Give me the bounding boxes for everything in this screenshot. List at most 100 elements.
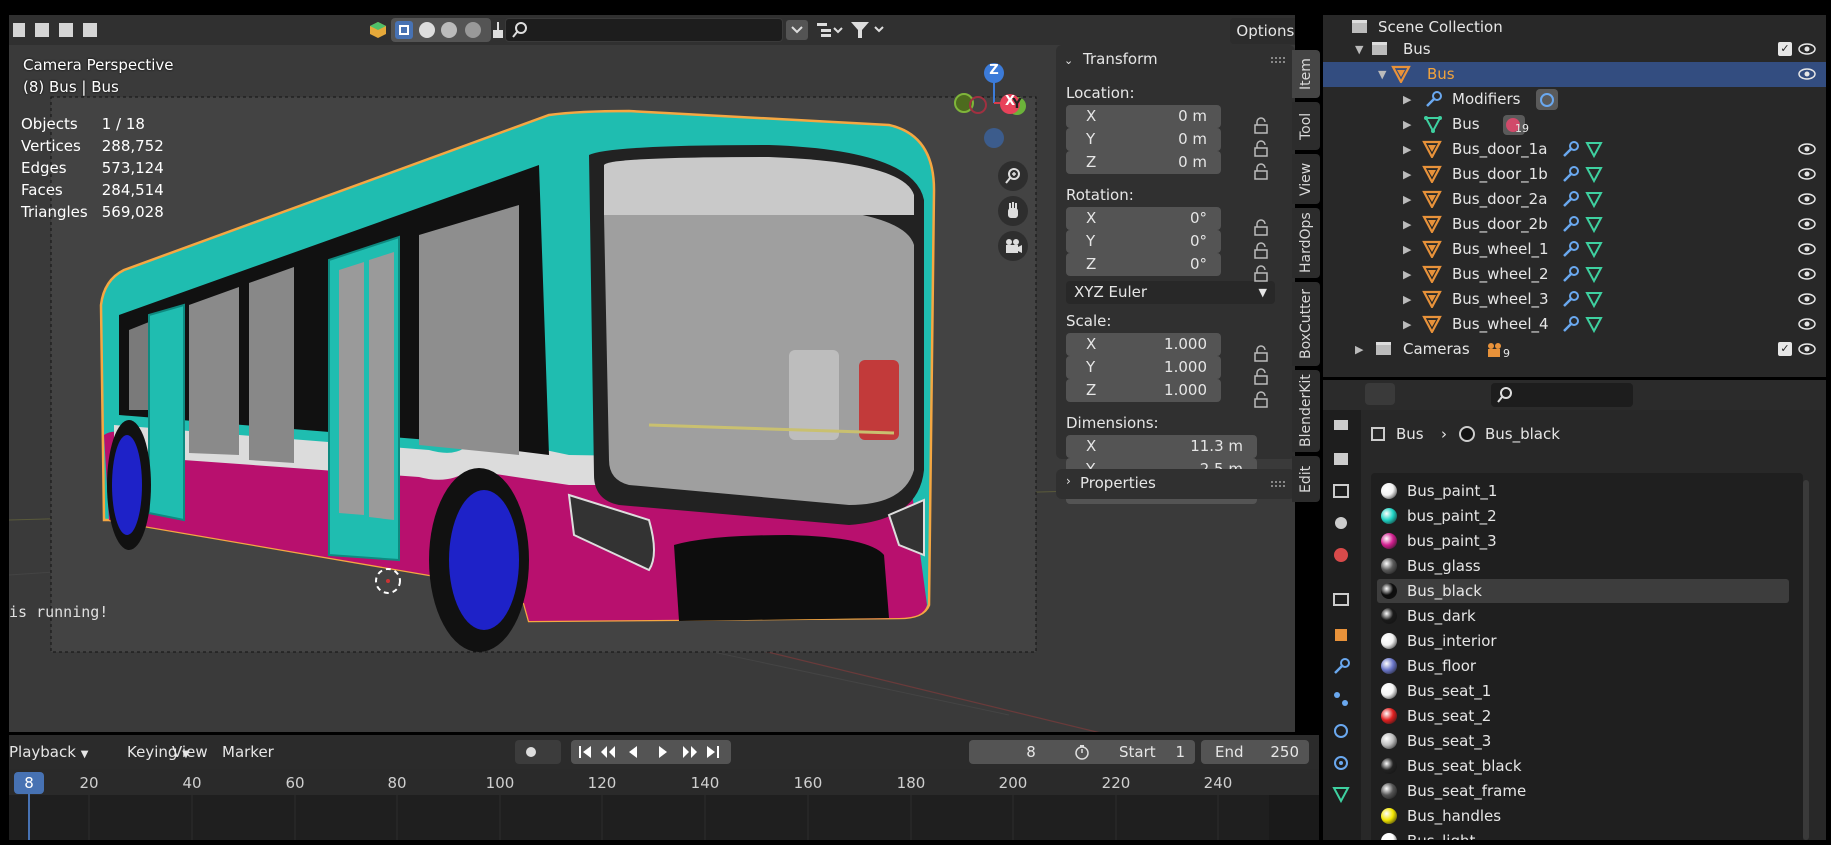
tab-tool[interactable]: Tool: [1292, 102, 1320, 150]
location-y-field[interactable]: Y0 m: [1066, 128, 1221, 151]
scrollbar[interactable]: [1803, 480, 1809, 840]
drag-handle-icon[interactable]: [1271, 57, 1285, 63]
outliner[interactable]: Scene Collection ▼ Bus ✓ ▼ Bus ▶ Modifie…: [1323, 15, 1826, 377]
eye-icon[interactable]: [1798, 67, 1816, 81]
rotation-z-field[interactable]: Z 0°: [1066, 253, 1221, 276]
zoom-icon[interactable]: [998, 161, 1028, 191]
checkbox-icon[interactable]: ✓: [1778, 342, 1792, 356]
playback-menu[interactable]: Playback ▼: [9, 743, 88, 761]
lock-icon[interactable]: [1252, 242, 1274, 260]
3d-viewport[interactable]: Options ▼ Camera Perspective (8) Bus | B…: [9, 15, 1295, 732]
tab-item[interactable]: Item: [1292, 50, 1320, 98]
cube-icon[interactable]: [368, 20, 388, 40]
scale-x-field[interactable]: X 1.000: [1066, 333, 1221, 356]
options-dropdown[interactable]: Options ▼: [1230, 18, 1295, 44]
material-slot[interactable]: Bus_seat_1: [1377, 679, 1789, 703]
outliner-row-door-2a[interactable]: ▶ Bus_door_2a: [1323, 187, 1826, 212]
outliner-row-bus-mesh[interactable]: ▶ Bus 19: [1323, 112, 1826, 137]
search-input[interactable]: [505, 18, 783, 42]
dimension-x-field[interactable]: X 11.3 m: [1066, 435, 1257, 458]
location-z-field[interactable]: Z0 m: [1066, 151, 1221, 174]
render-icon[interactable]: [1332, 450, 1352, 470]
view-layer-icon[interactable]: [1332, 514, 1352, 534]
world-icon[interactable]: [1332, 546, 1352, 566]
material-slot[interactable]: bus_paint_2: [1377, 504, 1789, 528]
sort-icon[interactable]: [814, 20, 844, 40]
outliner-row-wheel-4[interactable]: ▶ Bus_wheel_4: [1323, 312, 1826, 337]
eye-icon[interactable]: [1798, 42, 1816, 56]
lock-icon[interactable]: [1252, 163, 1274, 181]
start-frame-field[interactable]: Start 1: [1069, 740, 1195, 764]
properties-panel[interactable]: › Properties: [1056, 469, 1295, 499]
material-slot[interactable]: Bus_dark: [1377, 604, 1789, 628]
eye-icon[interactable]: [1798, 142, 1816, 156]
lock-icon[interactable]: [1252, 391, 1274, 409]
output-icon[interactable]: [1332, 482, 1352, 502]
physics-icon[interactable]: [1332, 722, 1352, 742]
scale-z-field[interactable]: Z 1.000: [1066, 379, 1221, 402]
lock-icon[interactable]: [1252, 345, 1274, 363]
chevron-right-icon[interactable]: ▶: [1403, 112, 1411, 137]
outliner-row-bus-object[interactable]: ▼ Bus: [1323, 62, 1826, 87]
material-slot[interactable]: Bus_floor: [1377, 654, 1789, 678]
tab-hardops[interactable]: HardOps: [1292, 208, 1320, 278]
tab-view[interactable]: View: [1292, 154, 1320, 204]
location-x-field[interactable]: X0 m: [1066, 105, 1221, 128]
chevron-right-icon[interactable]: ▶: [1403, 87, 1411, 112]
eye-icon[interactable]: [1798, 342, 1816, 356]
chevron-right-icon[interactable]: ▶: [1355, 337, 1363, 362]
lock-icon[interactable]: [1252, 265, 1274, 283]
outliner-row-wheel-3[interactable]: ▶ Bus_wheel_3: [1323, 287, 1826, 312]
material-slot[interactable]: Bus_light: [1377, 829, 1789, 840]
material-slot[interactable]: Bus_seat_2: [1377, 704, 1789, 728]
tab-blenderkit[interactable]: BlenderKit: [1292, 370, 1320, 452]
lock-icon[interactable]: [1252, 140, 1274, 158]
outliner-row-cameras[interactable]: ▶ Cameras 9 ✓: [1323, 337, 1826, 362]
record-button[interactable]: [515, 740, 561, 764]
material-slot[interactable]: Bus_seat_3: [1377, 729, 1789, 753]
object-icon[interactable]: [1332, 626, 1352, 646]
lock-icon[interactable]: [1252, 368, 1274, 386]
eye-icon[interactable]: [1798, 242, 1816, 256]
material-slot[interactable]: Bus_black: [1377, 579, 1789, 603]
material-slot[interactable]: Bus_paint_1: [1377, 479, 1789, 503]
modifier-icon[interactable]: [1332, 658, 1352, 678]
editor-type-dropdown[interactable]: [1365, 383, 1395, 405]
chevron-down-icon[interactable]: [786, 20, 808, 40]
marker-menu[interactable]: Marker: [222, 743, 274, 761]
transform-header[interactable]: ⌄ Transform: [1064, 50, 1158, 68]
material-slot[interactable]: Bus_handles: [1377, 804, 1789, 828]
filter-toggles[interactable]: [391, 18, 491, 42]
drag-handle-icon[interactable]: [1271, 481, 1285, 487]
properties-editor[interactable]: Bus › Bus_black Bus_paint_1 bus_paint_2 bu…: [1323, 380, 1826, 840]
tab-boxcutter[interactable]: BoxCutter: [1292, 282, 1320, 366]
material-slot[interactable]: Bus_interior: [1377, 629, 1789, 653]
outliner-row-door-1b[interactable]: ▶ Bus_door_1b: [1323, 162, 1826, 187]
material-slot[interactable]: Bus_glass: [1377, 554, 1789, 578]
outliner-row-modifiers[interactable]: ▶ Modifiers: [1323, 87, 1826, 112]
checkbox-icon[interactable]: ✓: [1778, 42, 1792, 56]
eye-icon[interactable]: [1798, 317, 1816, 331]
lock-icon[interactable]: [1252, 117, 1274, 135]
eye-icon[interactable]: [1798, 167, 1816, 181]
outliner-row-door-1a[interactable]: ▶ Bus_door_1a: [1323, 137, 1826, 162]
rotation-mode-dropdown[interactable]: XYZ Euler ▼: [1066, 281, 1275, 304]
camera-view-icon[interactable]: [998, 231, 1028, 261]
material-slot-list[interactable]: Bus_paint_1 bus_paint_2 bus_paint_3 Bus_gla…: [1371, 473, 1803, 840]
eye-icon[interactable]: [1798, 267, 1816, 281]
playback-controls[interactable]: [571, 740, 731, 764]
material-slot[interactable]: Bus_seat_frame: [1377, 779, 1789, 803]
properties-search-input[interactable]: [1491, 383, 1633, 407]
outliner-row-wheel-2[interactable]: ▶ Bus_wheel_2: [1323, 262, 1826, 287]
mesh-data-icon[interactable]: [1332, 786, 1352, 806]
constraints-icon[interactable]: [1332, 754, 1352, 774]
chevron-down-icon[interactable]: ▼: [1355, 37, 1363, 62]
tool-icon[interactable]: [1332, 416, 1352, 436]
outliner-row-wheel-1[interactable]: ▶ Bus_wheel_1: [1323, 237, 1826, 262]
material-slot[interactable]: bus_paint_3: [1377, 529, 1789, 553]
lock-icon[interactable]: [1252, 219, 1274, 237]
timeline-editor[interactable]: Playback ▼ Keying ▼ View Marker 8 Start: [9, 735, 1319, 840]
outliner-row-door-2b[interactable]: ▶ Bus_door_2b: [1323, 212, 1826, 237]
scale-y-field[interactable]: Y 1.000: [1066, 356, 1221, 379]
rotation-y-field[interactable]: Y 0°: [1066, 230, 1221, 253]
